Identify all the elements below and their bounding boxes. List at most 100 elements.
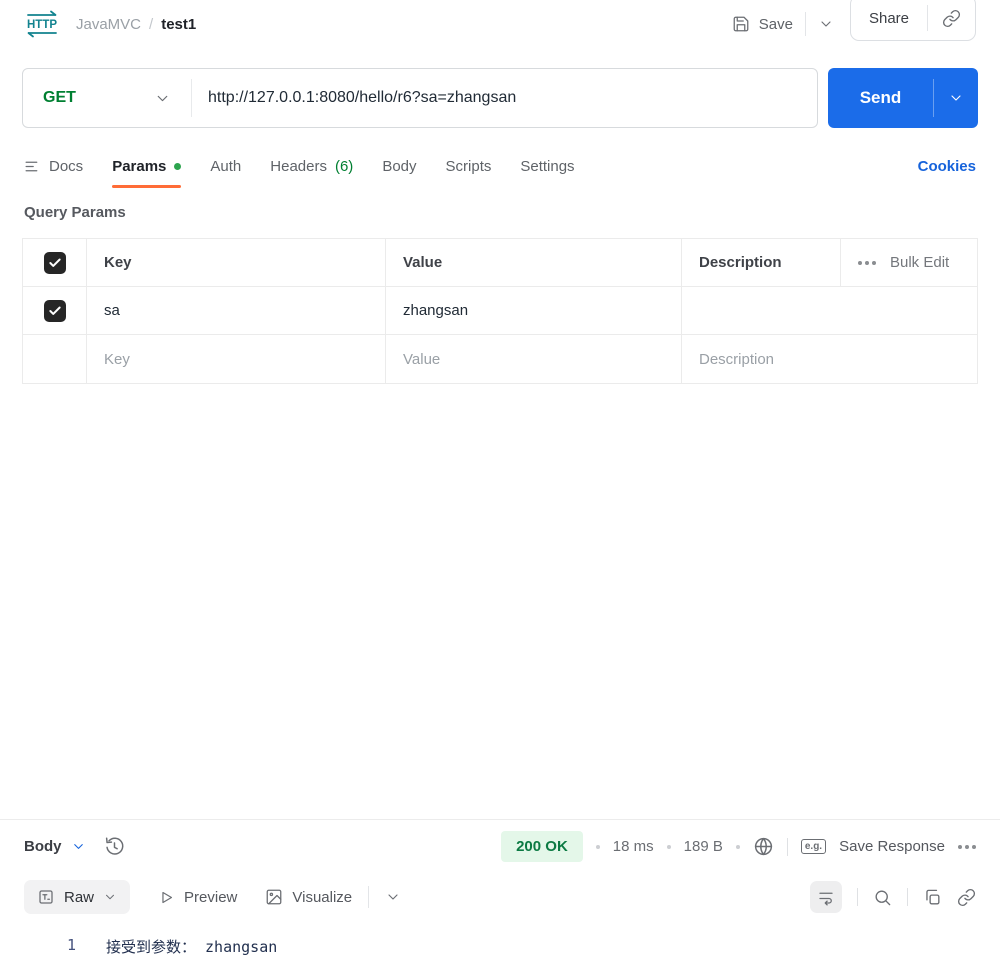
url-box: GET: [22, 68, 818, 128]
new-param-key-input[interactable]: [104, 350, 368, 368]
tab-label: Docs: [49, 157, 84, 175]
http-request-window: HTTP JavaMVC / test1 Save Share GET http…: [0, 0, 1000, 957]
share-button[interactable]: Share: [851, 10, 927, 27]
tab-label: Body: [382, 157, 417, 175]
http-logo-icon: HTTP: [24, 9, 60, 39]
dot-separator: [595, 844, 600, 849]
svg-text:HTTP: HTTP: [27, 19, 57, 31]
tab-settings[interactable]: Settings: [520, 144, 574, 188]
send-options-button[interactable]: [934, 68, 978, 128]
value-cell: [385, 335, 681, 383]
visualize-label: Visualize: [292, 888, 353, 906]
param-key-input[interactable]: [104, 302, 368, 319]
key-cell: [86, 335, 385, 383]
response-time: 18 ms: [612, 838, 654, 855]
network-info-button[interactable]: [753, 836, 774, 857]
tab-headers[interactable]: Headers (6): [270, 144, 353, 188]
copy-link-button[interactable]: [928, 9, 975, 28]
preview-label: Preview: [184, 888, 238, 906]
response-size: 189 B: [683, 838, 723, 855]
response-body-dropdown[interactable]: Body: [24, 838, 86, 855]
status-badge: 200 OK: [501, 831, 583, 862]
word-wrap-button[interactable]: [810, 881, 842, 913]
search-response-button[interactable]: [873, 888, 892, 907]
send-button[interactable]: Send: [828, 68, 933, 128]
response-more-options-button[interactable]: [958, 844, 976, 849]
play-icon: [162, 891, 173, 903]
link-icon: [942, 9, 961, 27]
row-checkbox-cell: [23, 287, 86, 334]
chevron-down-icon: [106, 894, 115, 900]
response-text: 接受到参数： zhangsan: [106, 938, 278, 956]
more-options-icon: [858, 260, 876, 265]
tab-label: Params: [112, 157, 167, 175]
preview-view-button[interactable]: Preview: [158, 889, 237, 906]
query-params-table: Key Value Description Bulk Edit: [22, 238, 978, 384]
select-all-checkbox[interactable]: [43, 251, 66, 274]
value-cell: [385, 287, 681, 334]
param-value-input[interactable]: [403, 302, 664, 319]
bulk-edit-button[interactable]: Bulk Edit: [840, 239, 977, 286]
globe-icon: [754, 837, 772, 856]
raw-view-button[interactable]: Raw: [24, 880, 131, 914]
tab-body[interactable]: Body: [382, 144, 416, 188]
chevron-down-icon: [73, 844, 83, 849]
top-bar: HTTP JavaMVC / test1 Save Share: [0, 0, 1000, 48]
copy-response-button[interactable]: [923, 888, 942, 907]
save-icon: [733, 16, 749, 32]
response-view-toolbar: Raw Preview Visualize: [0, 873, 1000, 921]
more-views-button[interactable]: [385, 889, 401, 905]
save-button-label: Save: [758, 15, 793, 33]
response-meta-bar: Body 200 OK 18 ms 189 B e.g. Save Respon…: [0, 820, 1000, 873]
tab-params[interactable]: Params: [112, 144, 182, 188]
headers-count: (6): [334, 157, 354, 175]
word-wrap-icon: [819, 892, 833, 906]
bulk-edit-label: Bulk Edit: [890, 254, 950, 271]
column-header-value: Value: [385, 239, 681, 286]
cookies-link[interactable]: Cookies: [918, 158, 976, 175]
divider: [804, 12, 806, 36]
check-icon: [48, 258, 61, 267]
tab-label: Headers: [270, 157, 327, 175]
url-input[interactable]: [192, 69, 817, 127]
tab-scripts[interactable]: Scripts: [446, 144, 492, 188]
description-cell: [681, 335, 977, 383]
response-metrics: 200 OK 18 ms 189 B e.g. Save Response: [501, 831, 976, 862]
response-body-content[interactable]: 1 接受到参数： zhangsan: [0, 921, 1000, 957]
new-param-description-input[interactable]: [699, 350, 960, 368]
top-bar-actions: Save Share: [732, 0, 976, 47]
table-header-row: Key Value Description Bulk Edit: [23, 239, 977, 287]
request-tabs: Docs Params Auth Headers (6) Body Script…: [0, 144, 1000, 188]
tab-auth[interactable]: Auth: [210, 144, 241, 188]
chevron-down-icon: [157, 95, 168, 101]
save-options-button[interactable]: [818, 16, 834, 32]
request-bar: GET Send: [22, 68, 978, 128]
visualize-view-button[interactable]: Visualize: [265, 888, 352, 906]
response-tools: [810, 881, 976, 913]
example-icon: e.g.: [800, 839, 827, 854]
tab-docs[interactable]: Docs: [24, 144, 83, 188]
divider: [368, 886, 370, 908]
save-response-button[interactable]: Save Response: [839, 838, 945, 855]
check-icon: [48, 306, 61, 315]
raw-text-icon: [39, 890, 53, 904]
breadcrumb-project[interactable]: JavaMVC: [76, 16, 141, 33]
save-button[interactable]: Save: [732, 15, 793, 33]
response-link-button[interactable]: [957, 888, 976, 907]
table-placeholder-row: [23, 335, 977, 383]
column-header-key: Key: [86, 239, 385, 286]
divider: [786, 837, 788, 856]
breadcrumb: JavaMVC / test1: [76, 16, 196, 33]
params-indicator-dot: [174, 162, 182, 170]
tab-label: Settings: [520, 157, 575, 175]
copy-icon: [926, 889, 940, 905]
query-params-title: Query Params: [24, 204, 126, 221]
method-dropdown[interactable]: GET: [23, 69, 191, 127]
new-param-value-input[interactable]: [403, 350, 664, 368]
row-checkbox[interactable]: [43, 299, 66, 322]
chevron-down-icon: [951, 95, 961, 101]
response-history-button[interactable]: [104, 836, 125, 857]
param-description-input[interactable]: [699, 302, 960, 319]
divider: [857, 888, 858, 906]
